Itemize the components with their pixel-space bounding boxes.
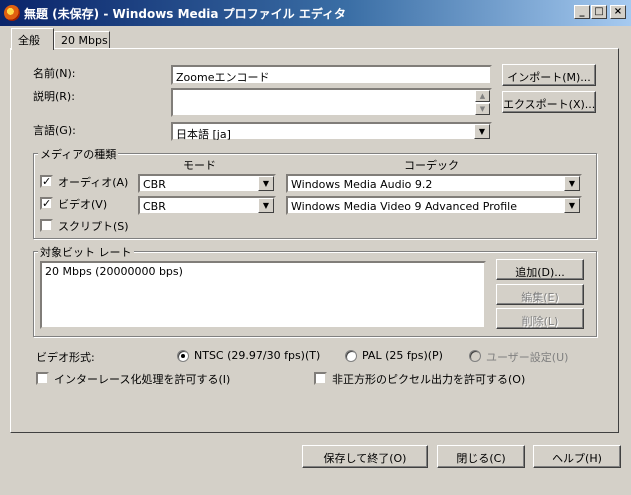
video-checkbox[interactable]: ✓ <box>40 197 53 210</box>
save-close-button[interactable]: 保存して終了(O) <box>302 445 428 468</box>
script-label: スクリプト(S) <box>58 220 129 233</box>
save-close-label: 保存して終了(O) <box>323 452 407 465</box>
video-mode-value: CBR <box>143 200 166 213</box>
audio-codec-value: Windows Media Audio 9.2 <box>291 178 433 191</box>
close-button[interactable]: × <box>610 5 626 19</box>
app-icon <box>4 5 20 21</box>
import-button-label: インポート(M)... <box>507 71 591 84</box>
chevron-down-icon[interactable]: ▼ <box>258 198 274 213</box>
tab-20mbps-label: 20 Mbps <box>61 34 108 47</box>
export-button-label: エクスポート(X)... <box>503 98 596 111</box>
title-bar[interactable]: 無題 (未保存) - Windows Media プロファイル エディタ _ □… <box>0 0 631 26</box>
custom-label: ユーザー設定(U) <box>486 351 569 364</box>
edit-bitrate-button[interactable]: 編集(E) <box>496 284 584 305</box>
edit-bitrate-label: 編集(E) <box>521 291 559 304</box>
tab-general[interactable]: 全般 <box>11 28 54 50</box>
close-dialog-label: 閉じる(C) <box>456 452 506 465</box>
window-title: 無題 (未保存) - Windows Media プロファイル エディタ <box>24 7 347 21</box>
custom-radio[interactable] <box>469 350 481 362</box>
interlace-checkbox[interactable] <box>36 372 49 385</box>
chevron-down-icon[interactable]: ▼ <box>474 124 490 139</box>
maximize-button[interactable]: □ <box>591 5 607 19</box>
nonsquare-checkbox[interactable] <box>314 372 327 385</box>
bitrate-list[interactable]: 20 Mbps (20000000 bps) <box>40 261 486 329</box>
video-format-label: ビデオ形式: <box>36 351 95 364</box>
tab-general-label: 全般 <box>18 34 40 47</box>
language-select[interactable]: 日本語 [ja] ▼ <box>171 122 492 141</box>
chevron-down-icon[interactable]: ▼ <box>258 176 274 191</box>
video-label: ビデオ(V) <box>58 198 108 211</box>
audio-checkbox[interactable]: ✓ <box>40 175 53 188</box>
scroll-down-icon[interactable]: ▼ <box>475 103 490 115</box>
video-codec-select[interactable]: Windows Media Video 9 Advanced Profile ▼ <box>286 196 582 215</box>
tab-20mbps[interactable]: 20 Mbps <box>54 31 110 49</box>
export-button[interactable]: エクスポート(X)... <box>502 91 596 113</box>
scroll-up-icon[interactable]: ▲ <box>475 90 490 102</box>
description-input[interactable]: ▲ ▼ <box>171 88 492 117</box>
audio-mode-select[interactable]: CBR ▼ <box>138 174 276 193</box>
bitrate-title: 対象ビット レート <box>38 244 134 260</box>
ntsc-radio[interactable] <box>177 350 189 362</box>
codec-header: コーデック <box>404 159 459 172</box>
pal-label: PAL (25 fps)(P) <box>362 349 443 362</box>
name-value: Zoomeエンコード <box>176 71 270 84</box>
close-dialog-button[interactable]: 閉じる(C) <box>437 445 525 468</box>
chevron-down-icon[interactable]: ▼ <box>564 198 580 213</box>
description-label: 説明(R): <box>33 90 75 103</box>
language-value: 日本語 [ja] <box>176 128 231 141</box>
mode-header: モード <box>183 159 216 172</box>
add-bitrate-button[interactable]: 追加(D)... <box>496 259 584 280</box>
import-button[interactable]: インポート(M)... <box>502 64 596 86</box>
minimize-button[interactable]: _ <box>574 5 590 19</box>
video-mode-select[interactable]: CBR ▼ <box>138 196 276 215</box>
script-checkbox[interactable] <box>40 219 53 232</box>
add-bitrate-label: 追加(D)... <box>515 266 565 279</box>
name-input[interactable]: Zoomeエンコード <box>171 65 492 85</box>
audio-mode-value: CBR <box>143 178 166 191</box>
interlace-label: インターレース化処理を許可する(I) <box>54 373 231 386</box>
delete-bitrate-button[interactable]: 削除(L) <box>496 308 584 329</box>
nonsquare-label: 非正方形のピクセル出力を許可する(O) <box>332 373 526 386</box>
chevron-down-icon[interactable]: ▼ <box>564 176 580 191</box>
name-label: 名前(N): <box>33 67 76 80</box>
language-label: 言語(G): <box>33 124 76 137</box>
delete-bitrate-label: 削除(L) <box>521 315 559 328</box>
list-item[interactable]: 20 Mbps (20000000 bps) <box>42 263 484 280</box>
video-codec-value: Windows Media Video 9 Advanced Profile <box>291 200 517 213</box>
media-types-title: メディアの種類 <box>38 146 119 162</box>
ntsc-label: NTSC (29.97/30 fps)(T) <box>194 349 321 362</box>
help-button[interactable]: ヘルプ(H) <box>533 445 621 468</box>
description-value <box>173 90 490 94</box>
audio-codec-select[interactable]: Windows Media Audio 9.2 ▼ <box>286 174 582 193</box>
pal-radio[interactable] <box>345 350 357 362</box>
audio-label: オーディオ(A) <box>58 176 129 189</box>
help-label: ヘルプ(H) <box>552 452 602 465</box>
